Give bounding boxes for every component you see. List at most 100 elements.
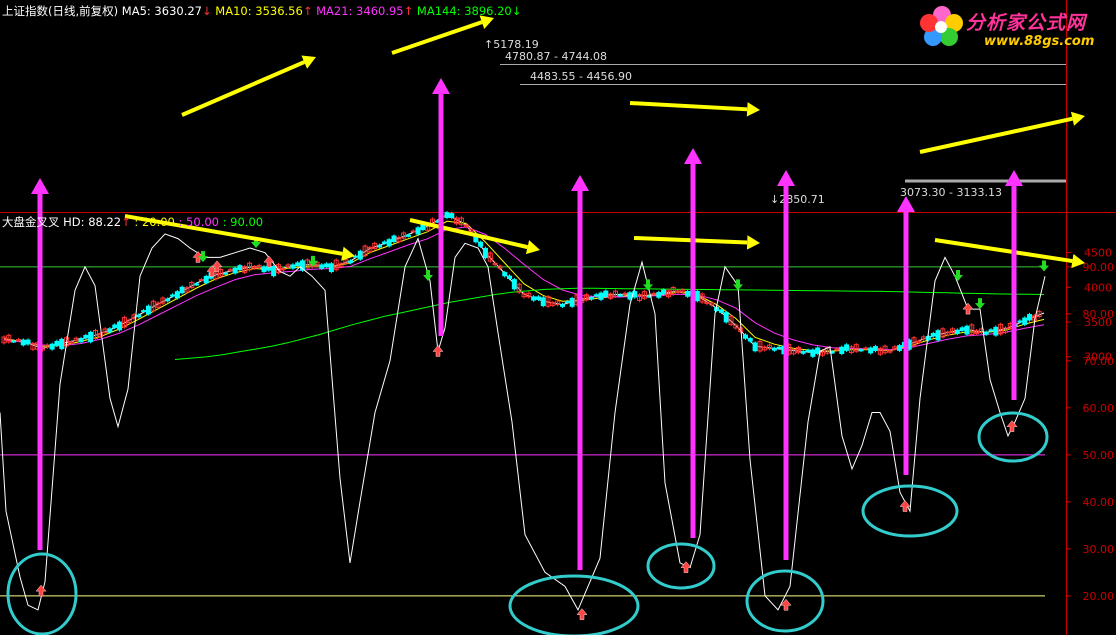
candle-body	[319, 264, 325, 269]
candle-body	[357, 250, 363, 260]
candle-body	[141, 310, 147, 313]
buy-signal-arrow	[680, 561, 692, 573]
candle-body	[11, 340, 17, 343]
candle-body	[742, 334, 748, 339]
candle-body	[588, 296, 594, 300]
candle-body	[386, 239, 392, 247]
yellow-trend-arrow-head	[746, 235, 760, 250]
candle-body	[54, 340, 60, 346]
magenta-signal-arrow-head	[432, 78, 450, 94]
yellow-trend-arrow-shaft	[919, 116, 1073, 154]
indicator-y-tick-label: 40.00	[1083, 496, 1115, 509]
candle-body	[935, 330, 941, 341]
candle-body	[560, 304, 566, 307]
indicator-y-tick-label: 60.00	[1083, 402, 1115, 415]
candle-body	[925, 335, 931, 341]
price-y-tick-label: 4000	[1084, 281, 1112, 294]
candle-body	[1017, 320, 1023, 323]
candle-body	[805, 349, 811, 352]
ma21-label: MA21: 3460.95	[316, 4, 404, 18]
sell-signal-arrow	[423, 269, 433, 281]
logo-title: 分析家公式网	[966, 12, 1087, 34]
candle-body	[661, 289, 667, 295]
candle-body	[815, 347, 821, 354]
highlight-ellipse	[977, 411, 1049, 463]
candle-body	[377, 244, 383, 248]
candle-body	[593, 294, 599, 297]
indicator-y-tick-label: 20.00	[1083, 590, 1115, 603]
candle-body	[203, 275, 209, 284]
candle-body	[15, 339, 21, 342]
ma-line-ma10	[3, 220, 1045, 352]
price-panel-header: 上证指数(日线,前复权) MA5: 3630.27↓ MA10: 3536.56…	[2, 4, 522, 18]
candle-body	[117, 321, 123, 331]
buy-signal-arrow	[1006, 420, 1018, 432]
candle-body	[20, 339, 26, 346]
magenta-signal-arrow-head	[684, 148, 702, 164]
yellow-trend-arrow-shaft	[629, 101, 748, 112]
candle-body	[222, 272, 228, 275]
candle-body	[391, 235, 397, 242]
candle-body	[88, 331, 94, 343]
candle-body	[868, 347, 874, 354]
buy-signal-arrow	[263, 255, 275, 268]
candle-body	[959, 327, 965, 331]
candle-body	[232, 267, 238, 274]
candle-body	[930, 333, 936, 337]
candle-body	[834, 348, 840, 351]
candle-body	[569, 298, 575, 307]
sell-signal-arrow	[953, 269, 963, 281]
candle-body	[983, 331, 989, 335]
candle-body	[964, 325, 970, 335]
candle-body	[295, 262, 301, 266]
candle-body	[872, 346, 878, 352]
candle-body	[194, 283, 200, 286]
highlight-ellipse	[646, 542, 716, 590]
candle-body	[776, 346, 782, 349]
candle-body	[59, 338, 65, 350]
annotation-4780: 4780.87 - 4744.08	[505, 50, 607, 63]
level-50-label: : 50.00	[178, 215, 219, 229]
indicator-name-label: 大盘金叉叉	[2, 215, 60, 229]
candle-body	[444, 212, 450, 218]
candle-body	[839, 346, 845, 354]
annotation-4483: 4483.55 - 4456.90	[530, 70, 632, 83]
candle-body	[988, 329, 994, 332]
candle-body	[718, 309, 724, 313]
candle-body	[324, 263, 330, 267]
candle-body	[502, 272, 508, 277]
candle-body	[49, 343, 55, 350]
candle-body	[25, 339, 31, 345]
candle-body	[810, 349, 816, 357]
candle-body	[290, 264, 296, 269]
candle-body	[1022, 317, 1028, 325]
buy-signal-arrow	[576, 608, 588, 620]
highlight-ellipse	[508, 574, 640, 635]
candle-body	[328, 263, 334, 273]
candle-body	[179, 286, 185, 294]
magenta-signal-arrow-head	[31, 178, 49, 194]
yellow-trend-arrow-shaft	[934, 238, 1073, 264]
candle-body	[954, 329, 960, 334]
candle-body	[145, 305, 151, 315]
candle-body	[136, 314, 142, 318]
candle-body	[858, 349, 864, 352]
site-logo: 分析家公式网 www.88gs.com	[918, 2, 1114, 52]
candle-body	[863, 347, 869, 350]
magenta-signal-arrow-head	[777, 170, 795, 186]
buy-signal-arrow	[432, 345, 444, 357]
chart-canvas: 300035004000450020.0030.0040.0050.0060.0…	[0, 0, 1116, 635]
candle-body	[656, 292, 662, 298]
sell-signal-arrow	[1039, 260, 1049, 272]
buy-signal-arrow	[35, 584, 47, 597]
index-name-label: 上证指数(日线,前复权)	[2, 4, 119, 18]
indicator-y-tick-label: 30.00	[1083, 543, 1115, 556]
candle-body	[897, 345, 903, 351]
ma5-label: MA5: 3630.27	[121, 4, 202, 18]
candle-body	[844, 344, 850, 351]
candle-body	[449, 213, 455, 219]
candle-body	[800, 350, 806, 354]
logo-url: www.88gs.com	[984, 34, 1095, 49]
candle-body	[415, 227, 421, 235]
candle-body	[174, 291, 180, 299]
